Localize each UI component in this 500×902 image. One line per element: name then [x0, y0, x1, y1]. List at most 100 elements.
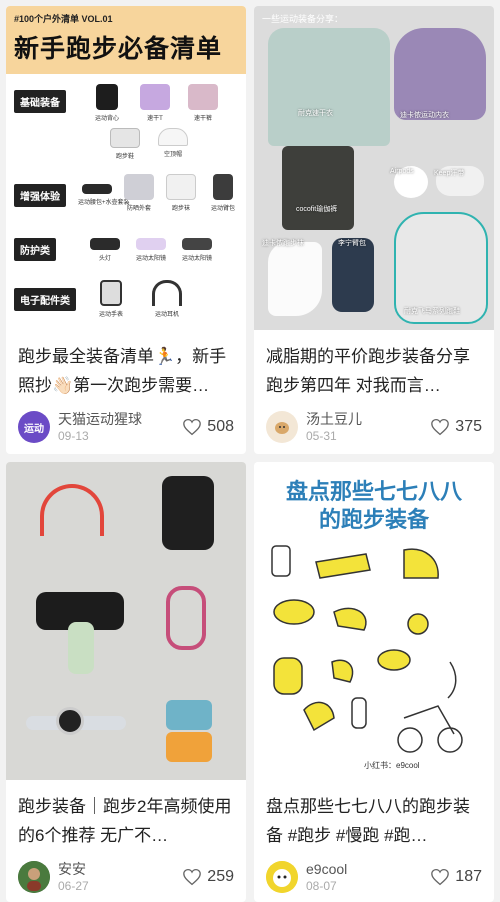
checklist-items: 跑步鞋 空顶帽 [106, 128, 192, 160]
heart-icon [431, 868, 450, 886]
note-meta: 运动 天猫运动猩球 09-13 508 [6, 402, 246, 444]
checklist-item: 速干T [136, 84, 174, 122]
avatar[interactable] [18, 861, 50, 893]
like-count: 508 [207, 418, 234, 435]
checklist-item: 跑步袜 [162, 174, 200, 212]
checklist-item: 防晒外套 [120, 174, 158, 212]
checklist-item: 运动手表 [92, 280, 130, 318]
avatar[interactable] [266, 861, 298, 893]
wristband-shape [166, 732, 212, 762]
note-title[interactable]: 跑步装备｜跑步2年高频使用的6个推荐 无广不… [6, 780, 246, 852]
note-feed: #100个户外清单 VOL.01 新手跑步必备清单 基础装备 运动背心 速干T … [0, 0, 500, 902]
note-title[interactable]: 减脂期的平价跑步装备分享 跑步第四年 对我而言… [254, 330, 494, 402]
author-name[interactable]: 汤土豆儿 [306, 410, 430, 428]
checklist-tag: 增强体验 [14, 184, 66, 207]
author-name[interactable]: 天猫运动猩球 [58, 410, 182, 428]
like-button[interactable]: 187 [430, 868, 482, 886]
sports-bra-shape [394, 28, 486, 120]
note-card[interactable]: #100个户外清单 VOL.01 新手跑步必备清单 基础装备 运动背心 速干T … [6, 6, 246, 454]
photo-label: 耐克速干衣 [298, 110, 333, 117]
post-date: 08-07 [306, 879, 337, 893]
checklist-item: 速干裤 [184, 84, 222, 122]
note-cover[interactable] [6, 462, 246, 780]
checklist-items: 运动背心 速干T 速干裤 [88, 84, 222, 122]
photo-caption: 一些运动装备分享： [262, 14, 344, 24]
armband-shape [332, 238, 374, 312]
checklist-big-title: 新手跑步必备清单 [14, 35, 223, 63]
illustration-signature: 小红书：e9cool [364, 761, 420, 770]
photo-label: 耐克飞马系列跑鞋 [404, 308, 460, 315]
checklist-item: 运动耳机 [148, 280, 186, 318]
photo-label: cocofit瑜伽裤 [296, 206, 338, 213]
avatar-photo-icon [18, 861, 50, 893]
like-button[interactable]: 259 [182, 868, 234, 886]
massage-gun-handle-shape [68, 622, 94, 674]
note-meta: 安安 06-27 259 [6, 852, 246, 894]
photo-label: 李宁臂包 [338, 240, 366, 247]
running-belt-shape [162, 476, 214, 550]
photo-label: Airpods [390, 168, 414, 175]
heart-icon [431, 418, 450, 436]
headphones-shape [40, 484, 104, 536]
checklist-items: 运动手表 运动耳机 [92, 280, 186, 318]
checklist-tag: 防护类 [14, 238, 56, 261]
checklist-tag: 基础装备 [14, 90, 66, 113]
checklist-row: 电子配件类 运动手表 运动耳机 [6, 276, 246, 326]
like-count: 259 [207, 868, 234, 885]
checklist-item: 运动腰包+水壶套装 [78, 174, 130, 212]
checklist-item: 空顶帽 [154, 128, 192, 160]
author-block: e9cool 08-07 [306, 860, 430, 894]
note-card[interactable]: 跑步装备｜跑步2年高频使用的6个推荐 无广不… 安安 06-27 259 [6, 462, 246, 902]
post-date: 05-31 [306, 429, 337, 443]
checklist-item: 运动背心 [88, 84, 126, 122]
checklist-item: 运动太阳镜 [132, 232, 170, 262]
photo-label: Keep汗带 [434, 170, 465, 177]
note-meta: e9cool 08-07 187 [254, 852, 494, 894]
flatlay-photo: 一些运动装备分享： 耐克速干衣 迪卡侬运动内衣 cocofit瑜伽裤 Airpo… [254, 6, 494, 330]
note-cover[interactable]: 盘点那些七七八八 的跑步装备 小红书：e9cool [254, 462, 494, 780]
photo-label: 迪卡侬运动内衣 [400, 112, 449, 119]
checklist-items: 运动腰包+水壶套装 防晒外套 跑步袜 运动臂包 [78, 174, 242, 212]
author-name[interactable]: 安安 [58, 860, 182, 878]
sunglasses-shape [166, 586, 206, 650]
note-cover[interactable]: #100个户外清单 VOL.01 新手跑步必备清单 基础装备 运动背心 速干T … [6, 6, 246, 330]
author-name[interactable]: e9cool [306, 860, 430, 878]
photo-label: 迪卡侬跑步袜 [262, 240, 304, 247]
checklist-row: 增强体验 运动腰包+水壶套装 防晒外套 跑步袜 运动臂包 [6, 174, 246, 224]
like-button[interactable]: 508 [182, 418, 234, 436]
heart-icon [183, 868, 202, 886]
illustration-image: 盘点那些七七八八 的跑步装备 小红书：e9cool [254, 462, 494, 780]
note-meta: 汤土豆儿 05-31 375 [254, 402, 494, 444]
note-title[interactable]: 跑步最全装备清单🏃，新手照抄👋🏻第一次跑步需要… [6, 330, 246, 402]
checklist-item: 跑步鞋 [106, 128, 144, 160]
note-card[interactable]: 一些运动装备分享： 耐克速干衣 迪卡侬运动内衣 cocofit瑜伽裤 Airpo… [254, 6, 494, 454]
like-count: 375 [455, 418, 482, 435]
checklist-row: 防护类 头灯 运动太阳镜 运动太阳镜 [6, 232, 246, 272]
checklist-item: 运动太阳镜 [178, 232, 216, 262]
heart-icon [183, 418, 202, 436]
avatar[interactable]: 运动 [18, 411, 50, 443]
like-button[interactable]: 375 [430, 418, 482, 436]
shorts-shape [282, 146, 354, 230]
checklist-image: #100个户外清单 VOL.01 新手跑步必备清单 基础装备 运动背心 速干T … [6, 6, 246, 330]
wristband-shape [166, 700, 212, 730]
checklist-small-title: #100个户外清单 VOL.01 [14, 14, 113, 24]
socks-shape [268, 242, 322, 316]
gear-doodles [271, 545, 463, 753]
post-date: 09-13 [58, 429, 89, 443]
author-block: 天猫运动猩球 09-13 [58, 410, 182, 444]
checklist-item: 运动臂包 [204, 174, 242, 212]
checklist-row: 基础装备 运动背心 速干T 速干裤 跑步鞋 空顶帽 [6, 84, 246, 170]
note-cover[interactable]: 一些运动装备分享： 耐克速干衣 迪卡侬运动内衣 cocofit瑜伽裤 Airpo… [254, 6, 494, 330]
checklist-item: 头灯 [86, 232, 124, 262]
tshirt-shape [268, 28, 390, 146]
checklist-header: #100个户外清单 VOL.01 新手跑步必备清单 [6, 6, 246, 74]
potato-icon [275, 422, 289, 434]
author-block: 安安 06-27 [58, 860, 182, 894]
note-card[interactable]: 盘点那些七七八八 的跑步装备 小红书：e9cool 盘点那些七七八八的跑步装备 … [254, 462, 494, 902]
avatar[interactable] [266, 411, 298, 443]
watch-face-shape [56, 707, 84, 735]
note-title[interactable]: 盘点那些七七八八的跑步装备 #跑步 #慢跑 #跑… [254, 780, 494, 852]
checklist-tag: 电子配件类 [14, 288, 76, 311]
author-block: 汤土豆儿 05-31 [306, 410, 430, 444]
